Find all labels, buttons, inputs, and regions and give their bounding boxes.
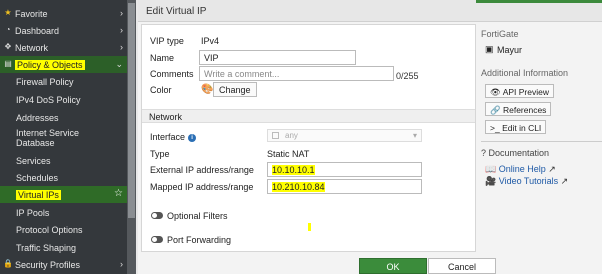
info-icon[interactable]: i [188,133,197,142]
optional-filters-label: Optional Filters [167,211,228,221]
virtual-ips-label: Virtual IPs [16,190,61,200]
chevron-right-icon: › [120,8,123,18]
interface-select[interactable]: any ▾ [267,129,422,142]
comments-counter: 0/255 [396,71,419,81]
external-link-icon: ↗ [548,164,556,174]
external-link-icon: ↗ [560,176,569,186]
documentation-label: ? Documentation [481,148,550,158]
chevron-right-icon: › [120,25,123,35]
name-input[interactable]: VIP [199,50,356,65]
question-icon: ? [481,148,487,158]
comments-label: Comments [150,69,194,79]
sidebar-item-network[interactable]: ✥ Network › [0,39,127,56]
sidebar-item-ipv4-dos-policy[interactable]: IPv4 DoS Policy [0,91,127,108]
sidebar-item-addresses[interactable]: Addresses [0,109,127,126]
sidebar-item-favorite[interactable]: ★ Favorite › [0,5,127,22]
palette-icon: 🎨 [201,84,214,95]
star-icon: ★ [4,8,12,17]
interface-checkbox[interactable] [272,132,279,140]
sidebar-item-internet-service-database[interactable]: Internet Service Database [0,125,127,151]
port-forwarding-toggle[interactable] [151,236,163,243]
sidebar-item-policy-objects[interactable]: ▤ Policy & Objects ⌄ [0,56,127,73]
chevron-right-icon: › [120,259,123,269]
api-preview-button[interactable]: 👁 API Preview [485,84,554,98]
dialog-title-bar: Edit Virtual IP [138,0,602,22]
sidebar-item-dashboard[interactable]: ◔ Dashboard › [0,22,127,39]
device-icon: ▣ [485,44,494,54]
comments-textarea[interactable]: Write a comment... [199,66,394,81]
video-icon: 🎥 [485,176,497,186]
edit-in-cli-button[interactable]: >_ Edit in CLI [485,120,547,134]
sidebar-item-traffic-shaping[interactable]: Traffic Shaping [0,239,127,256]
type-value: Static NAT [267,149,310,159]
network-icon: ✥ [4,42,12,51]
mapped-ip-label: Mapped IP address/range [150,182,254,192]
online-help-link[interactable]: 📖 Online Help ↗ [485,164,556,175]
ok-button[interactable]: OK [359,258,427,274]
policy-icon: ▤ [4,59,12,68]
highlight-marker [308,223,311,231]
fortigate-label: FortiGate [481,29,519,39]
cancel-button[interactable]: Cancel [428,258,496,274]
external-ip-input[interactable]: 10.10.10.1 [267,162,422,177]
sidebar-item-protocol-options[interactable]: Protocol Options [0,221,127,238]
terminal-icon: >_ [490,123,500,133]
vip-type-value: IPv4 [201,36,220,46]
sidebar-item-virtual-ips[interactable]: Virtual IPs ☆ [0,186,127,203]
panel-divider [481,141,602,142]
sidebar-item-firewall-policy[interactable]: Firewall Policy [0,73,127,90]
type-label: Type [150,149,170,159]
policy-objects-label: Policy & Objects [15,60,85,70]
dialog-title: Edit Virtual IP [146,6,207,17]
scrollbar-thumb[interactable] [128,3,135,218]
optional-filters-toggle[interactable] [151,212,163,219]
dashboard-icon: ◔ [5,25,11,34]
chevron-down-icon: ▾ [412,131,417,140]
references-button[interactable]: 🔗 References [485,102,552,116]
color-change-button[interactable]: Change [213,82,257,97]
sidebar-scrollbar[interactable] [127,0,136,274]
vip-type-label: VIP type [150,36,184,46]
vip-form: VIP type IPv4 Name VIP Comments Write a … [141,24,476,252]
network-section-header: Network [142,109,475,123]
star-outline-icon[interactable]: ☆ [114,188,123,199]
port-forwarding-label: Port Forwarding [167,235,232,245]
info-panel: FortiGate ▣ Mayur Additional Information… [481,24,602,194]
sidebar: ★ Favorite › ◔ Dashboard › ✥ Network › ▤… [0,0,136,274]
edit-virtual-ip-dialog: Edit Virtual IP VIP type IPv4 Name VIP C… [138,0,602,274]
top-accent-bar [476,0,602,3]
chevron-right-icon: › [120,42,123,52]
sidebar-item-security-profiles[interactable]: 🔒 Security Profiles › [0,256,127,273]
lock-icon: 🔒 [3,259,13,268]
color-label: Color [150,85,172,95]
external-ip-label: External IP address/range [150,165,254,175]
eye-icon: 👁 [490,87,501,97]
book-icon: 📖 [485,164,497,174]
additional-info-label: Additional Information [481,68,569,78]
link-icon: 🔗 [490,105,501,115]
video-tutorials-link[interactable]: 🎥 Video Tutorials ↗ [485,176,568,187]
name-label: Name [150,53,175,63]
sidebar-item-schedules[interactable]: Schedules [0,169,127,186]
mapped-ip-input[interactable]: 10.210.10.84 [267,179,422,194]
chevron-down-icon: ⌄ [115,59,123,69]
device-name: Mayur [497,45,523,55]
sidebar-item-ip-pools[interactable]: IP Pools [0,204,127,221]
sidebar-item-services[interactable]: Services [0,152,127,169]
interface-label: Interface i [150,132,197,142]
